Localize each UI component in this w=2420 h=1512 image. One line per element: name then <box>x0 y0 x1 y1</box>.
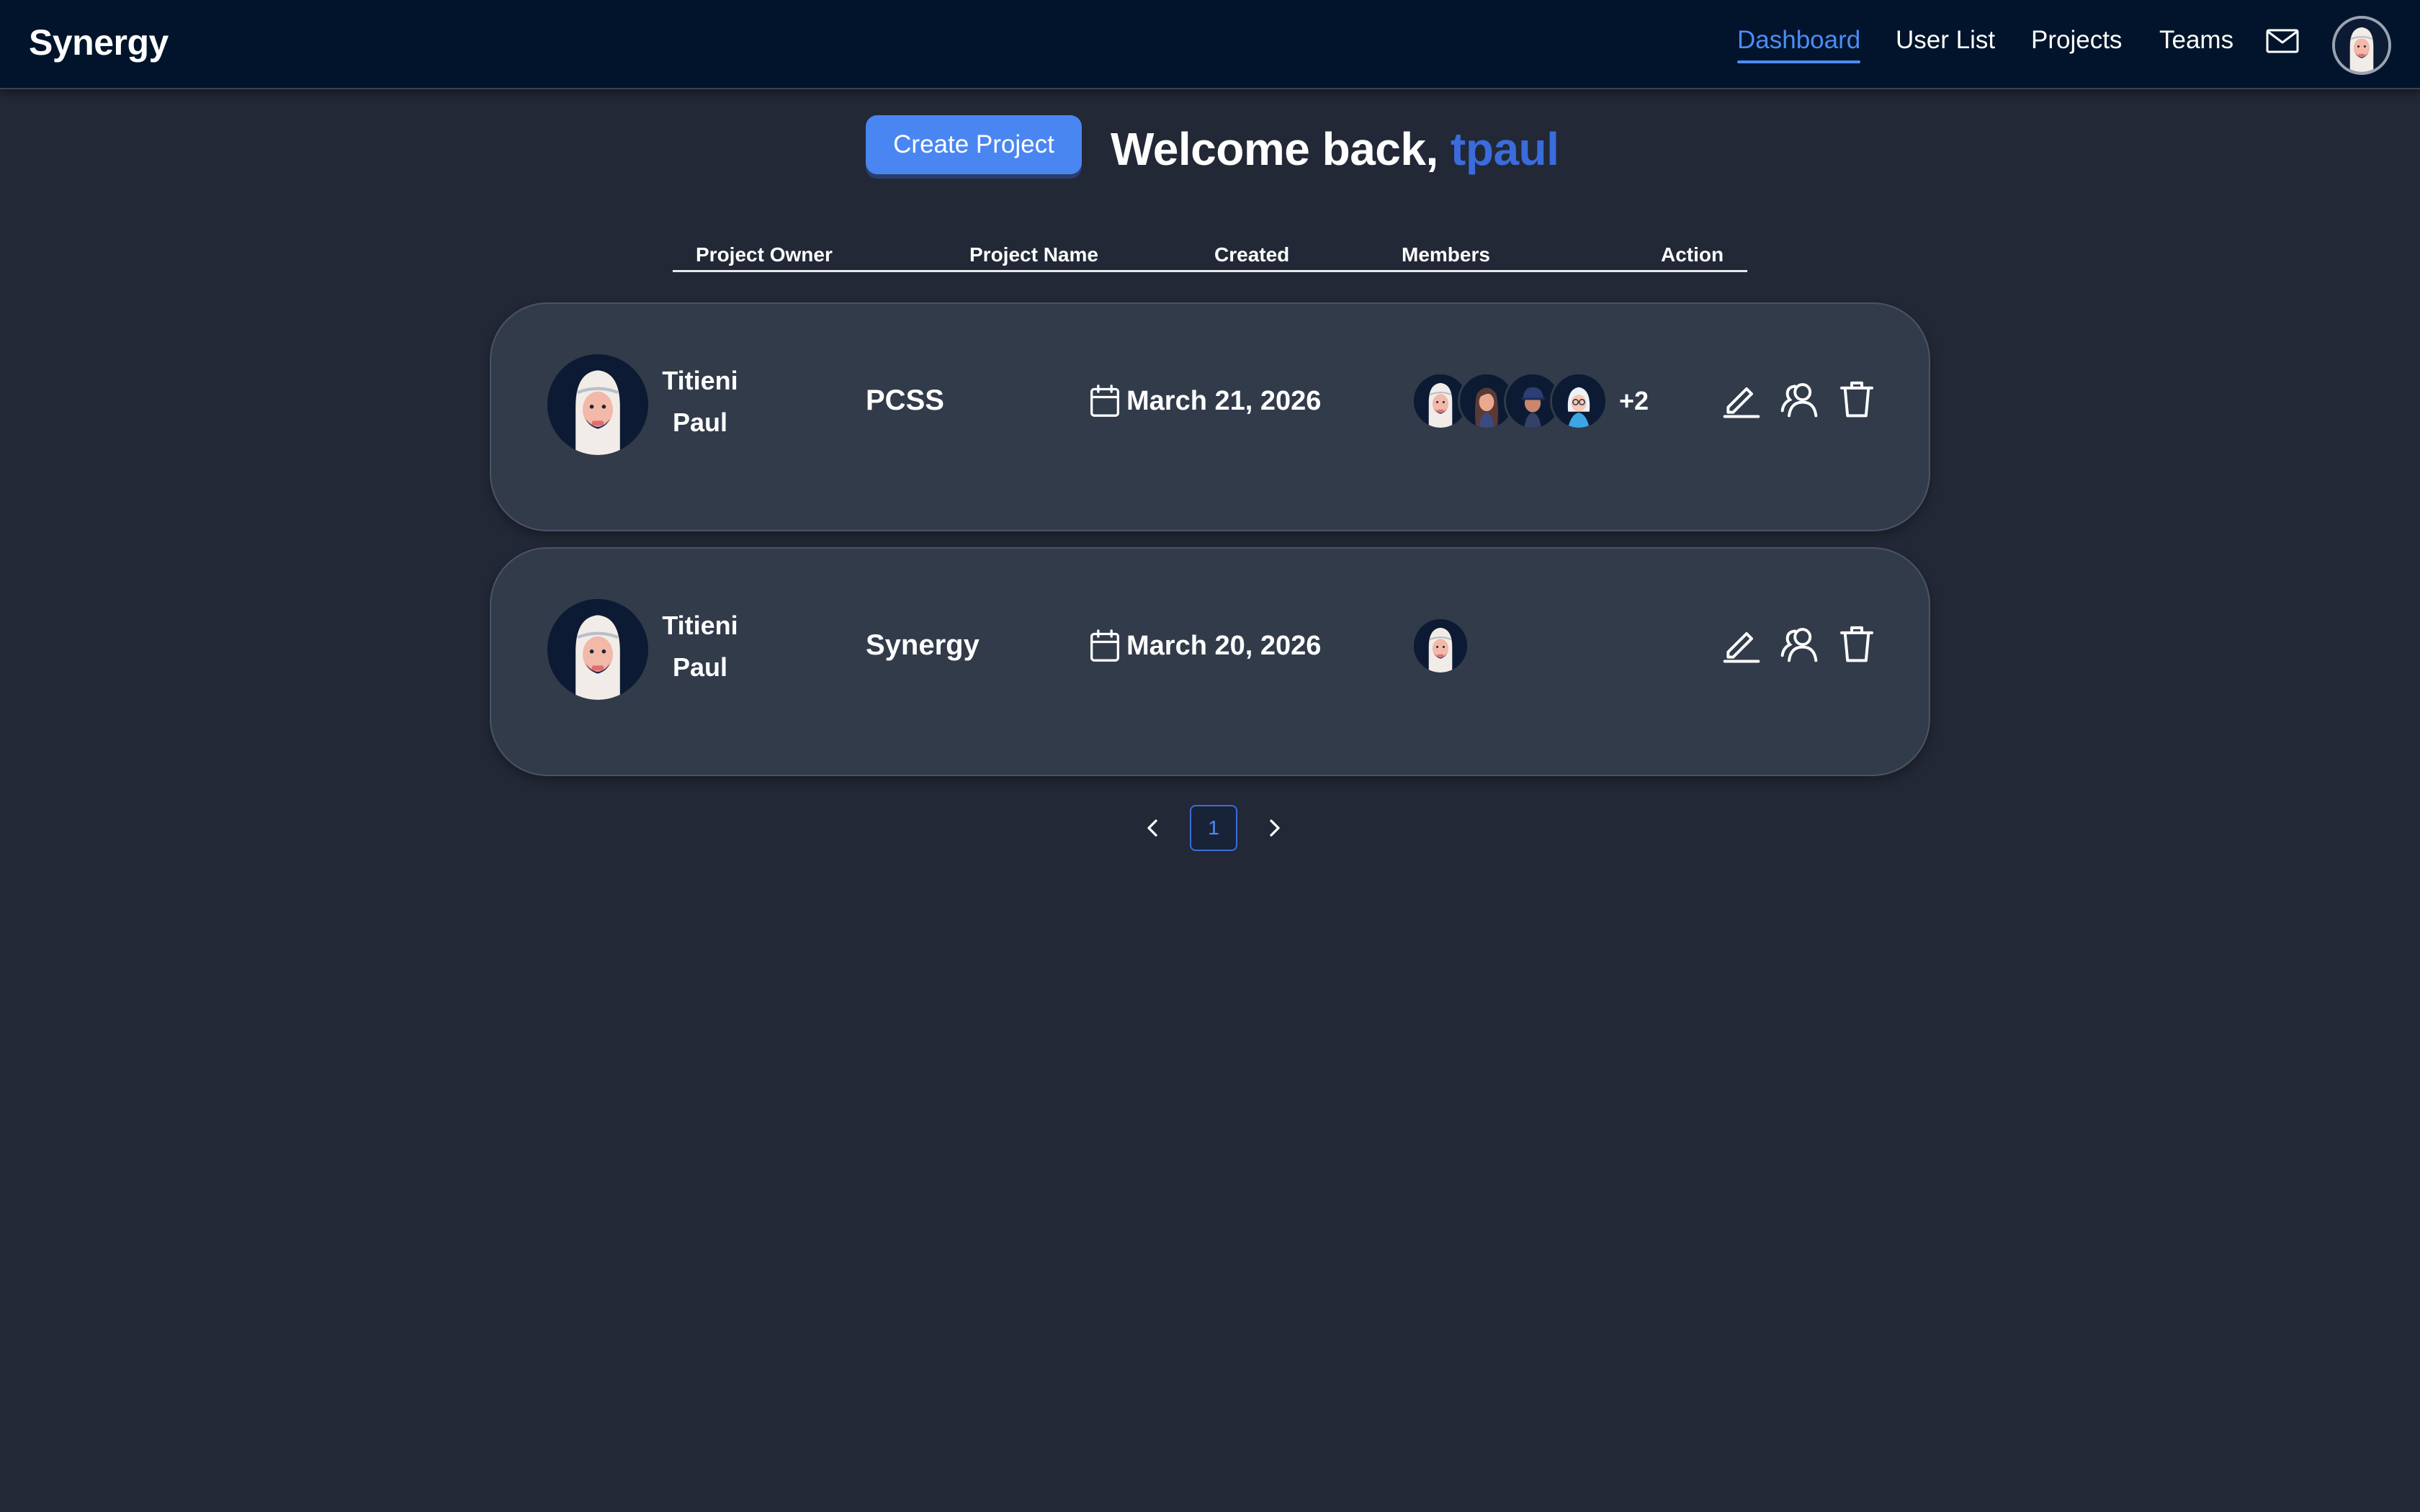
member-avatar <box>1550 372 1608 430</box>
avatar-headscarf <box>2335 19 2388 72</box>
created-date: March 21, 2026 <box>1089 383 1321 419</box>
project-name[interactable]: PCSS <box>866 384 944 417</box>
nav-teams[interactable]: Teams <box>2159 26 2233 55</box>
avatar-white-hair <box>1552 374 1605 428</box>
trash-icon[interactable] <box>1837 379 1877 419</box>
nav-user-list[interactable]: User List <box>1896 26 1995 55</box>
welcome-username: tpaul <box>1451 123 1559 175</box>
pencil-icon[interactable] <box>1721 379 1762 419</box>
nav-dashboard[interactable]: Dashboard <box>1737 26 1861 63</box>
column-action: Action <box>1661 243 1724 266</box>
user-avatar-menu[interactable] <box>2332 16 2391 75</box>
owner-last-name: Paul <box>672 408 728 437</box>
created-date: March 20, 2026 <box>1089 628 1321 664</box>
avatar-headscarf <box>1414 619 1467 672</box>
chevron-right-icon[interactable] <box>1260 814 1289 842</box>
mail-icon[interactable] <box>2266 29 2299 53</box>
owner-avatar <box>547 354 648 455</box>
avatar-headscarf <box>547 599 648 700</box>
created-date-text: March 20, 2026 <box>1126 630 1322 661</box>
members-group[interactable] <box>1412 616 1469 675</box>
chevron-left-icon[interactable] <box>1138 814 1167 842</box>
calendar-icon <box>1089 384 1121 418</box>
project-name[interactable]: Synergy <box>866 629 980 662</box>
pagination: 1 <box>1138 805 1289 851</box>
created-date-text: March 21, 2026 <box>1126 385 1322 416</box>
owner-avatar <box>547 599 648 700</box>
column-project-owner: Project Owner <box>696 243 833 266</box>
column-project-name: Project Name <box>969 243 1098 266</box>
more-members-count: +2 <box>1619 386 1649 415</box>
calendar-icon <box>1089 629 1121 663</box>
users-icon[interactable] <box>1779 624 1819 664</box>
row-actions <box>1721 379 1877 419</box>
pencil-icon[interactable] <box>1721 624 1762 664</box>
row-actions <box>1721 624 1877 664</box>
member-avatar <box>1412 617 1469 675</box>
column-created: Created <box>1214 243 1290 266</box>
avatar-headscarf <box>547 354 648 455</box>
table-row: Titieni Paul Synergy March 20, 2026 <box>490 547 1930 776</box>
create-project-button[interactable]: Create Project <box>866 115 1082 174</box>
trash-icon[interactable] <box>1837 624 1877 664</box>
owner-first-name: Titieni <box>662 366 738 395</box>
page-number-current[interactable]: 1 <box>1190 805 1237 851</box>
owner-last-name: Paul <box>672 652 728 682</box>
welcome-heading: Welcome back, tpaul <box>1111 122 1559 176</box>
table-row: Titieni Paul PCSS March 21, 2026 +2 <box>490 302 1930 531</box>
owner-first-name: Titieni <box>662 611 738 640</box>
table-header: Project Owner Project Name Created Membe… <box>673 240 1747 272</box>
owner-name: Titieni Paul <box>657 360 743 444</box>
owner-name: Titieni Paul <box>657 605 743 688</box>
welcome-prefix: Welcome back, <box>1111 123 1451 175</box>
navbar: Synergy Dashboard User List Projects Tea… <box>0 0 2420 89</box>
column-members: Members <box>1402 243 1490 266</box>
nav-projects[interactable]: Projects <box>2031 26 2122 55</box>
members-group[interactable]: +2 <box>1412 372 1649 431</box>
users-icon[interactable] <box>1779 379 1819 419</box>
brand-logo[interactable]: Synergy <box>29 22 169 63</box>
